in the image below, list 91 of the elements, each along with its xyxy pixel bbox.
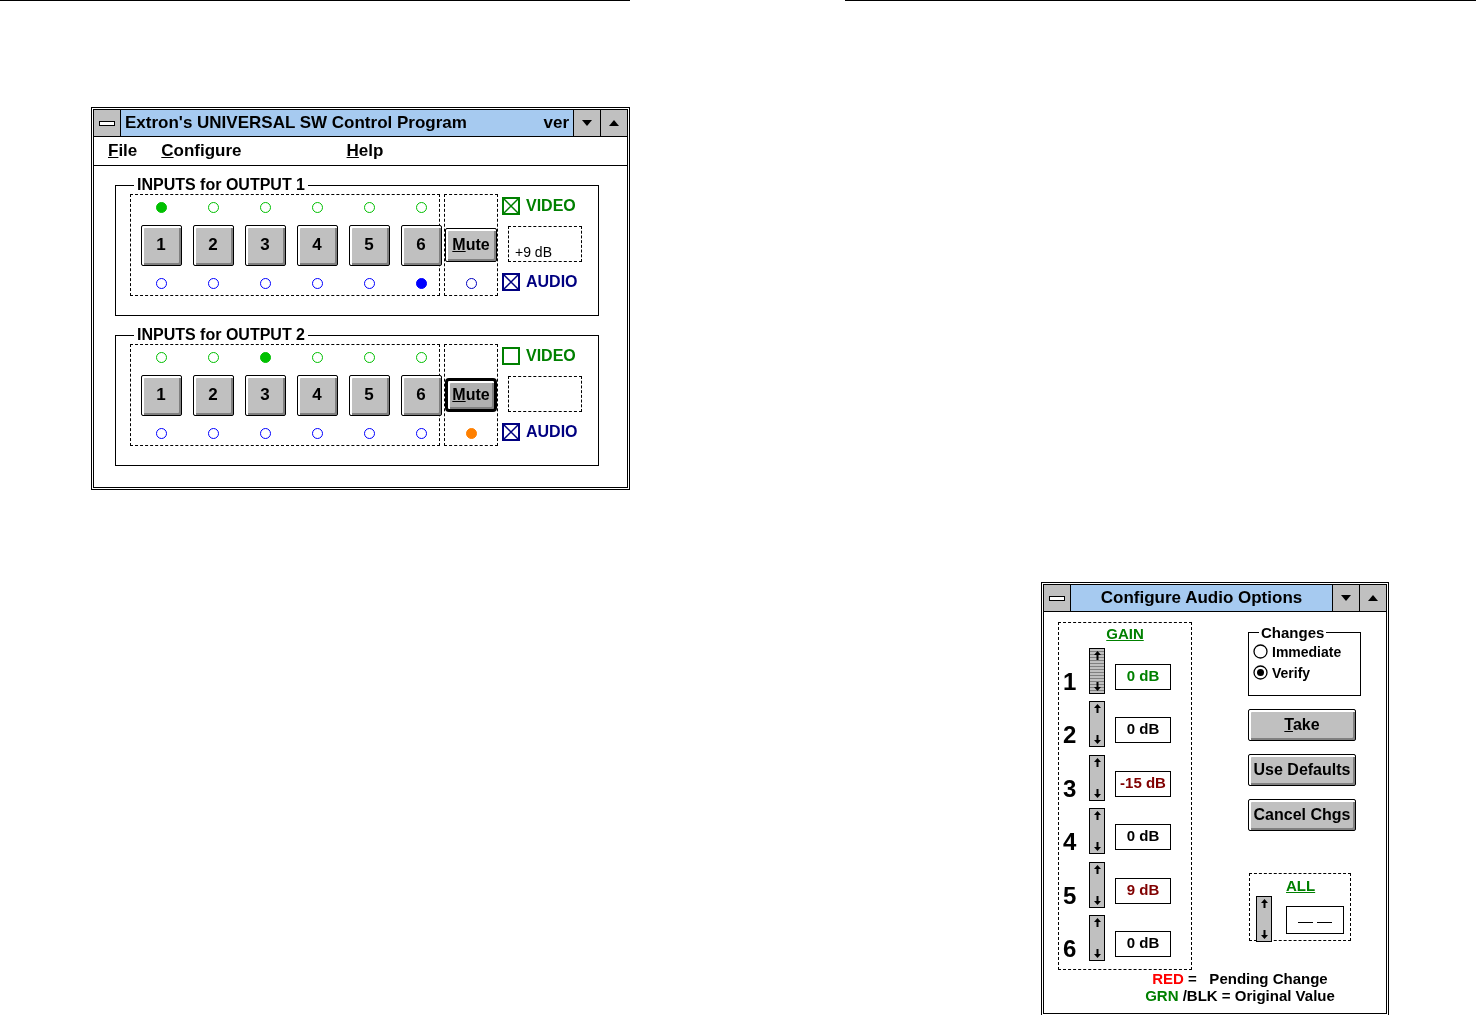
channel-number: 2 <box>1063 721 1078 749</box>
down-arrow-icon <box>1093 842 1101 851</box>
checkbox[interactable] <box>502 197 520 215</box>
up-arrow-icon <box>1260 899 1268 908</box>
radio-label: Verify <box>1272 664 1311 681</box>
down-arrow-icon <box>1093 681 1101 691</box>
input-button[interactable]: 5 <box>348 224 390 266</box>
input-button[interactable]: 6 <box>400 224 442 266</box>
input-button[interactable]: 5 <box>348 374 390 416</box>
input-button[interactable]: 1 <box>140 224 182 266</box>
gain-value: 0 dB <box>1115 663 1171 690</box>
input-button[interactable]: 4 <box>296 224 338 266</box>
legend-text: /BLK = Original Value <box>1181 987 1335 1004</box>
maximize-button[interactable] <box>600 110 627 136</box>
legend-text: = Pending Change <box>1187 970 1328 987</box>
input-button[interactable]: 4 <box>296 374 338 416</box>
mute-button[interactable]: Mute <box>445 378 497 412</box>
down-arrow-icon <box>1093 949 1101 958</box>
channel-number: 1 <box>1063 667 1078 696</box>
up-arrow-icon <box>1093 704 1101 713</box>
menu-item[interactable]: File <box>108 141 138 161</box>
channel-number: 6 <box>1063 935 1078 963</box>
action-button[interactable]: Take <box>1248 709 1356 741</box>
group-title: INPUTS for OUTPUT 2 <box>136 326 306 344</box>
audio-label: AUDIO <box>526 273 578 291</box>
spin-control[interactable] <box>1089 915 1105 961</box>
spin-control[interactable] <box>1256 896 1272 942</box>
up-triangle-icon <box>1368 595 1378 601</box>
input-button[interactable]: 2 <box>192 374 234 416</box>
gain-value: 0 dB <box>1115 931 1171 957</box>
dash-icon <box>99 120 115 126</box>
input-button[interactable]: 3 <box>244 374 286 416</box>
up-arrow-icon <box>1093 650 1101 660</box>
video-label: VIDEO <box>526 197 576 215</box>
down-arrow-icon <box>1093 895 1101 905</box>
action-button[interactable]: Use Defaults <box>1248 754 1356 786</box>
up-arrow-icon <box>1093 918 1101 927</box>
checkbox[interactable] <box>502 273 520 291</box>
down-triangle-icon <box>582 120 592 126</box>
down-arrow-icon <box>1260 930 1268 939</box>
legend-key: RED <box>1152 970 1184 987</box>
menu-item[interactable]: Help <box>346 141 384 161</box>
channel-number: 3 <box>1063 774 1078 803</box>
spin-control[interactable] <box>1089 647 1105 694</box>
action-button[interactable]: Cancel Chgs <box>1248 799 1356 831</box>
maximize-button[interactable] <box>1359 585 1386 611</box>
window-title: Extron's UNIVERSAL SW Control Program <box>125 113 467 133</box>
menu-item[interactable]: Configure <box>161 141 242 161</box>
gain-value: 9 dB <box>1115 877 1171 904</box>
radio-label: Immediate <box>1272 643 1342 660</box>
input-button[interactable]: 2 <box>192 224 234 266</box>
group-title: INPUTS for OUTPUT 1 <box>136 176 306 194</box>
input-button[interactable]: 6 <box>400 374 442 416</box>
spin-control[interactable] <box>1089 701 1105 747</box>
checkbox[interactable] <box>502 423 520 441</box>
radio-button[interactable] <box>1253 644 1268 659</box>
legend-key: GRN <box>1145 987 1179 1004</box>
mute-button[interactable]: Mute <box>445 228 497 262</box>
all-heading: ALL <box>1286 876 1317 894</box>
video-label: VIDEO <box>526 347 576 365</box>
radio-button[interactable] <box>1253 665 1268 680</box>
window-title: Configure Audio Options <box>1100 588 1303 608</box>
group-title: Changes <box>1260 624 1326 641</box>
down-triangle-icon <box>1341 595 1351 601</box>
up-triangle-icon <box>609 120 619 126</box>
checkbox[interactable] <box>502 347 520 365</box>
gain-value: -15 dB <box>1115 770 1171 797</box>
channel-number: 5 <box>1063 881 1078 910</box>
down-arrow-icon <box>1093 788 1101 798</box>
input-button[interactable]: 1 <box>140 374 182 416</box>
up-arrow-icon <box>1093 864 1101 874</box>
audio-label: AUDIO <box>526 423 578 441</box>
system-menu-button[interactable] <box>1044 585 1071 611</box>
input-button[interactable]: 3 <box>244 224 286 266</box>
spin-control[interactable] <box>1089 808 1105 854</box>
gain-value: 0 dB <box>1115 717 1171 743</box>
minimize-button[interactable] <box>1332 585 1359 611</box>
gain-text: +9 dB <box>515 244 552 260</box>
up-arrow-icon <box>1093 811 1101 820</box>
system-menu-button[interactable] <box>94 110 121 136</box>
down-arrow-icon <box>1093 735 1101 744</box>
gain-value: 0 dB <box>1115 824 1171 850</box>
gain-heading: GAIN <box>1106 625 1144 642</box>
window-title: ver <box>543 113 569 133</box>
minimize-button[interactable] <box>573 110 600 136</box>
spin-control[interactable] <box>1089 861 1105 908</box>
dash-icon <box>1049 595 1065 601</box>
spin-control[interactable] <box>1089 754 1105 801</box>
all-value: — — <box>1286 906 1344 934</box>
channel-number: 4 <box>1063 828 1078 856</box>
up-arrow-icon <box>1093 757 1101 767</box>
